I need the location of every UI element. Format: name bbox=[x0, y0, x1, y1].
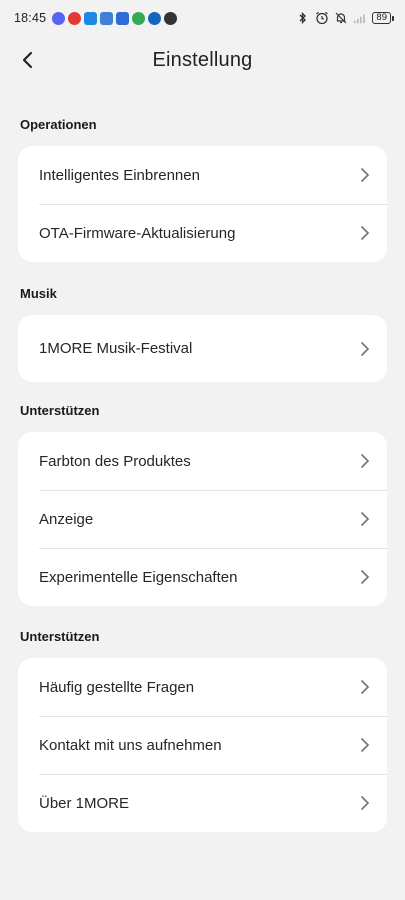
settings-item-intelligent-burn-in[interactable]: Intelligentes Einbrennen bbox=[18, 146, 387, 204]
section-title-operationen: Operationen bbox=[20, 117, 97, 132]
battery-indicator: 89 bbox=[372, 12, 394, 24]
app-blue-snowflake-icon bbox=[84, 11, 98, 25]
section-title-unterstuetzen-2: Unterstützen bbox=[20, 629, 100, 644]
settings-item-label: Über 1MORE bbox=[39, 794, 130, 812]
app-triangle-icon bbox=[116, 11, 130, 25]
chevron-right-icon bbox=[357, 737, 373, 753]
chevron-left-icon bbox=[22, 51, 33, 69]
app-dark-icon bbox=[164, 11, 178, 25]
settings-item-label: Experimentelle Eigenschaften bbox=[39, 568, 238, 586]
settings-item-contact-us[interactable]: Kontakt mit uns aufnehmen bbox=[18, 716, 387, 774]
status-time: 18:45 bbox=[14, 11, 47, 25]
settings-item-label: Kontakt mit uns aufnehmen bbox=[39, 736, 222, 754]
settings-item-about[interactable]: Über 1MORE bbox=[18, 774, 387, 832]
status-bar: 18:45 89 bbox=[0, 0, 405, 36]
discord-icon bbox=[52, 11, 66, 25]
chevron-right-icon bbox=[357, 167, 373, 183]
chevron-right-icon bbox=[357, 453, 373, 469]
settings-item-experimental-features[interactable]: Experimentelle Eigenschaften bbox=[18, 548, 387, 606]
settings-item-product-color[interactable]: Farbton des Produktes bbox=[18, 432, 387, 490]
bluetooth-vibrate-icon bbox=[296, 11, 310, 25]
signal-icon bbox=[353, 11, 367, 25]
app-red-icon bbox=[68, 11, 82, 25]
app-header: Einstellung bbox=[0, 40, 405, 80]
page-title: Einstellung bbox=[152, 48, 253, 71]
chevron-right-icon bbox=[357, 225, 373, 241]
settings-item-music-festival[interactable]: 1MORE Musik-Festival bbox=[18, 315, 387, 382]
settings-item-label: OTA-Firmware-Aktualisierung bbox=[39, 224, 236, 242]
mute-bell-icon bbox=[334, 11, 348, 25]
alarm-icon bbox=[315, 11, 329, 25]
settings-card-operationen: Intelligentes Einbrennen OTA-Firmware-Ak… bbox=[18, 146, 387, 262]
settings-item-display[interactable]: Anzeige bbox=[18, 490, 387, 548]
chevron-right-icon bbox=[357, 511, 373, 527]
chevron-right-icon bbox=[357, 341, 373, 357]
settings-card-unterstuetzen-1: Farbton des Produktes Anzeige Experiment… bbox=[18, 432, 387, 606]
settings-item-faq[interactable]: Häufig gestellte Fragen bbox=[18, 658, 387, 716]
chevron-right-icon bbox=[357, 795, 373, 811]
notification-icons bbox=[52, 11, 178, 25]
chevron-right-icon bbox=[357, 569, 373, 585]
app-p-icon bbox=[148, 11, 162, 25]
settings-card-unterstuetzen-2: Häufig gestellte Fragen Kontakt mit uns … bbox=[18, 658, 387, 832]
settings-item-label: 1MORE Musik-Festival bbox=[39, 340, 193, 357]
section-title-musik: Musik bbox=[20, 286, 57, 301]
settings-item-label: Häufig gestellte Fragen bbox=[39, 678, 195, 696]
app-mail-icon bbox=[100, 11, 114, 25]
settings-card-musik: 1MORE Musik-Festival bbox=[18, 315, 387, 382]
app-green-icon bbox=[132, 11, 146, 25]
chevron-right-icon bbox=[357, 679, 373, 695]
system-status: 89 bbox=[296, 11, 394, 25]
settings-item-label: Intelligentes Einbrennen bbox=[39, 166, 200, 184]
back-button[interactable] bbox=[12, 44, 44, 76]
section-title-unterstuetzen-1: Unterstützen bbox=[20, 403, 100, 418]
settings-item-label: Anzeige bbox=[39, 510, 94, 528]
settings-item-label: Farbton des Produktes bbox=[39, 452, 191, 470]
settings-item-ota-firmware-update[interactable]: OTA-Firmware-Aktualisierung bbox=[18, 204, 387, 262]
